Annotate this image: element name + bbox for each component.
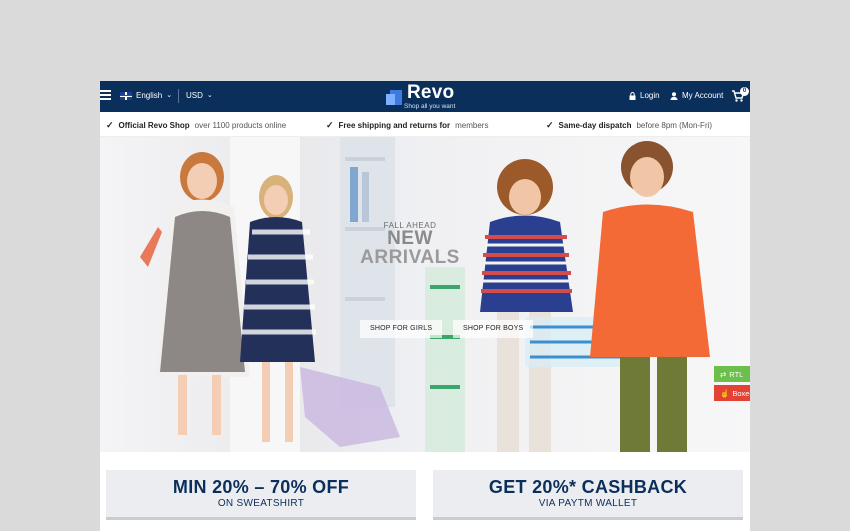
check-icon: ✓	[326, 120, 334, 130]
info-light: members	[455, 121, 489, 130]
chevron-down-icon: ⌄	[206, 91, 213, 99]
pointer-hand-icon: ☝	[720, 388, 730, 398]
uk-flag-icon	[120, 91, 132, 100]
check-icon: ✓	[106, 120, 114, 130]
chevron-down-icon: ⌄	[166, 91, 173, 99]
language-selector[interactable]: English ⌄	[120, 91, 172, 100]
hero-banner: FALL AHEAD NEW ARRIVALS SHOP FOR GIRLS S…	[100, 137, 750, 452]
info-bold: Same-day dispatch	[558, 121, 632, 130]
currency-label: USD	[186, 91, 203, 100]
rtl-toggle-button[interactable]: ⇄ RTL	[714, 366, 750, 382]
hero-title-line2: ARRIVALS	[360, 247, 460, 268]
user-icon	[670, 91, 678, 100]
top-header-bar: English ⌄ USD ⌄ Revo Shop all you want L…	[100, 81, 750, 112]
my-account-label: My Account	[682, 91, 724, 100]
language-label: English	[136, 91, 163, 100]
info-light: before 8pm (Mon-Fri)	[636, 121, 713, 130]
login-link[interactable]: Login	[629, 91, 660, 100]
check-icon: ✓	[546, 120, 554, 130]
hero-image-girls	[100, 137, 425, 452]
hero-headline: FALL AHEAD NEW ARRIVALS	[340, 221, 480, 268]
promo-main-text: MIN 20% – 70% OFF	[172, 477, 350, 497]
login-label: Login	[640, 91, 660, 100]
promo-sub-text: VIA PAYTM WALLET	[538, 498, 638, 509]
link-icon: ⇄	[720, 369, 727, 379]
info-item: ✓ Official Revo Shop over 1100 products …	[106, 120, 286, 131]
promo-box-cashback[interactable]: GET 20%* CASHBACK VIA PAYTM WALLET	[433, 470, 743, 520]
logo-name: Revo	[407, 82, 455, 103]
logo-tagline: Shop all you want	[404, 103, 456, 110]
site-logo[interactable]: Revo Shop all you want	[385, 82, 465, 111]
shop-for-boys-button[interactable]: SHOP FOR BOYS	[453, 320, 534, 338]
site-frame: English ⌄ USD ⌄ Revo Shop all you want L…	[100, 81, 750, 531]
logo-bag-icon	[386, 90, 402, 105]
boys-photo-illustration	[425, 141, 710, 452]
hero-image-boys	[425, 137, 750, 452]
info-item: ✓ Free shipping and returns for members	[326, 120, 488, 131]
boxed-label: Boxed	[732, 388, 750, 398]
girls-photo-illustration	[140, 137, 400, 452]
cart-count-badge: 0	[740, 87, 749, 96]
rtl-label: RTL	[729, 369, 744, 379]
info-item: ✓ Same-day dispatch before 8pm (Mon-Fri)	[546, 120, 712, 131]
hamburger-menu-icon[interactable]	[100, 90, 111, 100]
info-light: over 1100 products online	[194, 121, 287, 130]
promo-main-text: GET 20%* CASHBACK	[488, 477, 688, 497]
my-account-link[interactable]: My Account	[670, 91, 723, 100]
hero-title-line1: NEW	[387, 228, 433, 249]
promo-sub-text: ON SWEATSHIRT	[217, 498, 305, 509]
lock-icon	[629, 91, 636, 100]
promo-box-sweatshirt[interactable]: MIN 20% – 70% OFF ON SWEATSHIRT	[106, 470, 416, 520]
currency-selector[interactable]: USD ⌄	[186, 91, 213, 100]
shop-for-girls-button[interactable]: SHOP FOR GIRLS	[360, 320, 443, 338]
info-bar: ✓ Official Revo Shop over 1100 products …	[100, 112, 750, 137]
info-bold: Free shipping and returns for	[338, 121, 451, 130]
info-bold: Official Revo Shop	[118, 121, 190, 130]
boxed-toggle-button[interactable]: ☝ Boxed	[714, 385, 750, 401]
divider	[178, 89, 179, 103]
